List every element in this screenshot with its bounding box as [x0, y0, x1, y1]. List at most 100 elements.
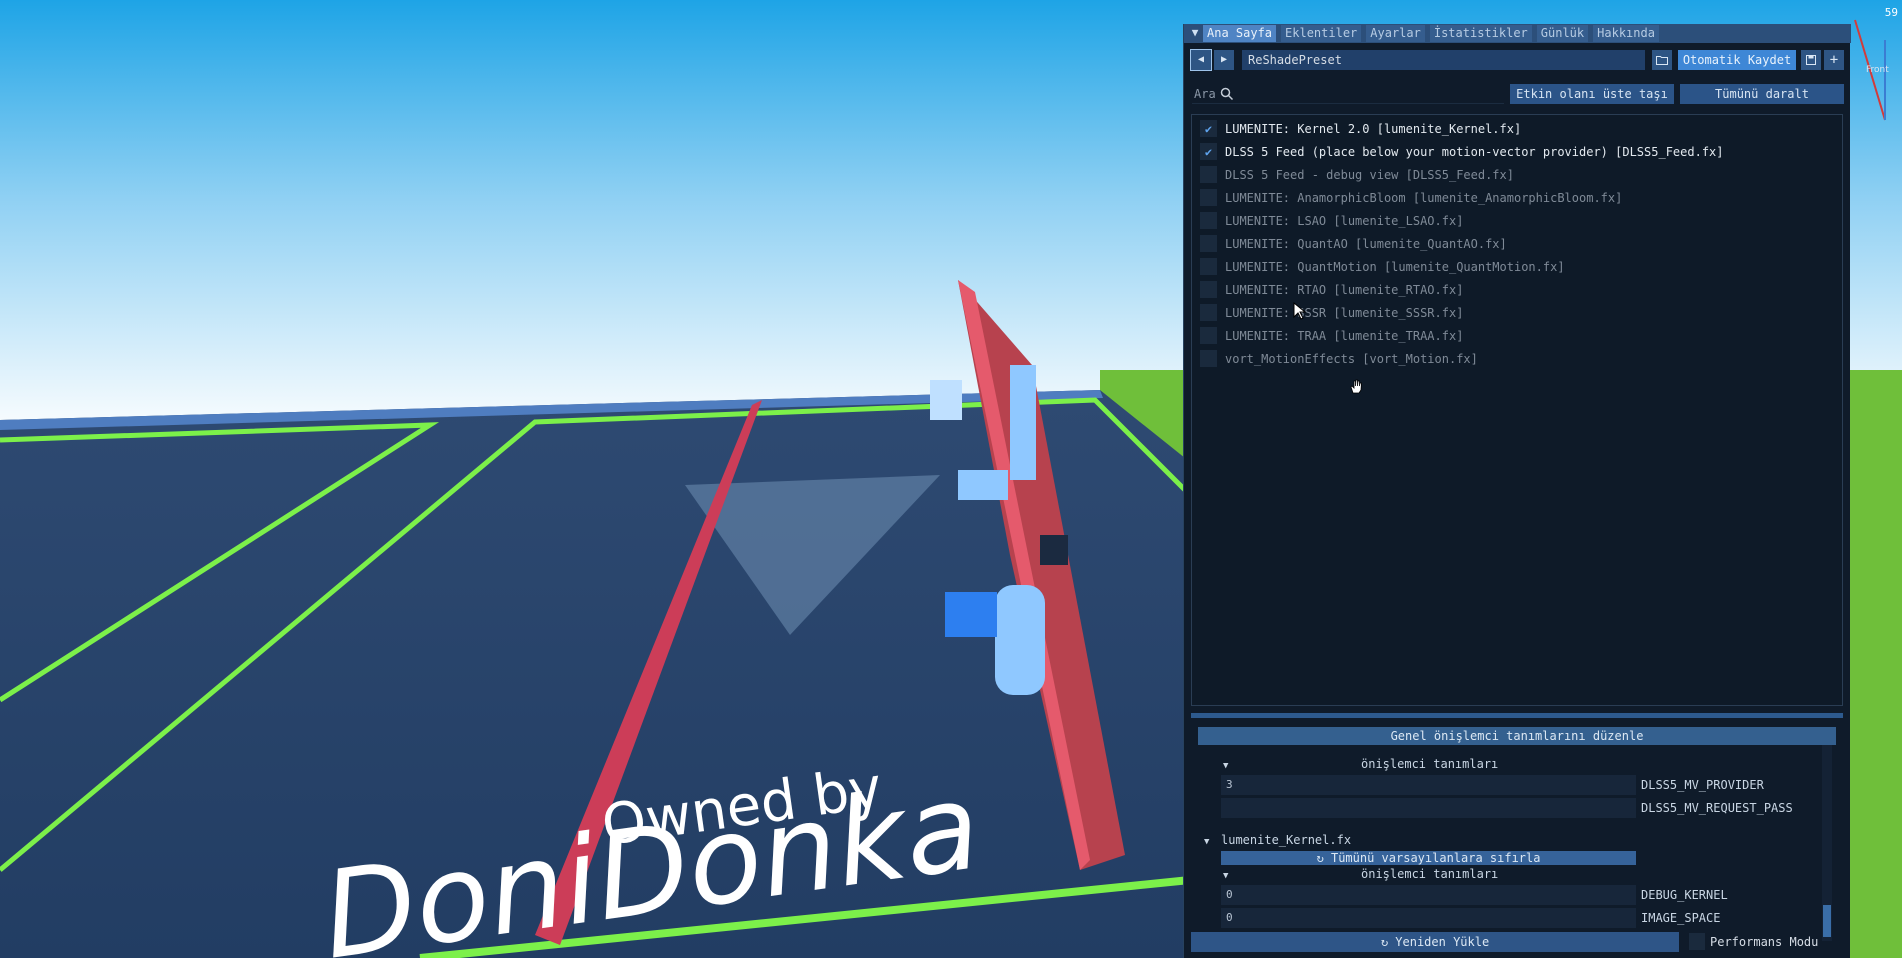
- move-active-to-top-button[interactable]: Etkin olanı üste taşı: [1510, 84, 1674, 104]
- browse-preset-button[interactable]: [1652, 50, 1672, 70]
- tab-about[interactable]: Hakkında: [1593, 25, 1659, 42]
- effect-checkbox[interactable]: [1200, 327, 1217, 344]
- refresh-icon: ↻: [1380, 935, 1396, 949]
- effect-label: LUMENITE: LSAO [lumenite_LSAO.fx]: [1225, 213, 1464, 228]
- performance-mode-checkbox[interactable]: [1689, 933, 1705, 950]
- tabs: Ana Sayfa Eklentiler Ayarlar İstatistikl…: [1203, 25, 1659, 42]
- plus-icon: +: [1829, 52, 1839, 68]
- effect-checkbox[interactable]: [1200, 281, 1217, 298]
- tab-settings[interactable]: Ayarlar: [1366, 25, 1425, 42]
- effect-item[interactable]: LUMENITE: QuantMotion [lumenite_QuantMot…: [1200, 255, 1565, 278]
- mouse-pointer-icon: [1293, 302, 1307, 320]
- effect-item[interactable]: LUMENITE: AnamorphicBloom [lumenite_Anam…: [1200, 186, 1622, 209]
- effect-checkbox[interactable]: ✔: [1200, 143, 1217, 160]
- effect-label: vort_MotionEffects [vort_Motion.fx]: [1225, 351, 1478, 366]
- fps-counter: 59: [1884, 6, 1898, 19]
- effect-item[interactable]: ✔ DLSS 5 Feed (place below your motion-v…: [1200, 140, 1724, 163]
- define-name: DEBUG_KERNEL: [1641, 888, 1728, 902]
- effect-label: LUMENITE: QuantMotion [lumenite_QuantMot…: [1225, 259, 1565, 274]
- search-underline: [1192, 103, 1504, 104]
- robot-part: [958, 470, 1008, 500]
- tab-home[interactable]: Ana Sayfa: [1203, 25, 1277, 42]
- bottom-bar: ↻ Yeniden Yükle Performans Modu: [1184, 932, 1851, 952]
- window-menu-icon[interactable]: ▼: [1188, 26, 1202, 40]
- define-value-input[interactable]: 0: [1221, 908, 1636, 928]
- preprocessor-group-label: önişlemci tanımları: [1361, 867, 1499, 881]
- robot-part: [930, 380, 962, 420]
- effect-checkbox[interactable]: [1200, 189, 1217, 206]
- reload-label: Yeniden Yükle: [1395, 935, 1490, 949]
- search-input[interactable]: [1192, 84, 1504, 104]
- preprocessor-group-label: önişlemci tanımları: [1361, 757, 1499, 771]
- effect-item[interactable]: LUMENITE: TRAA [lumenite_TRAA.fx]: [1200, 324, 1463, 347]
- folder-icon: [1656, 56, 1668, 65]
- previous-preset-button[interactable]: ◀: [1190, 49, 1212, 71]
- effect-label: LUMENITE: RTAO [lumenite_RTAO.fx]: [1225, 282, 1464, 297]
- effect-checkbox[interactable]: ✔: [1200, 120, 1217, 137]
- preprocessor-panel: Genel önişlemci tanımlarını düzenle ▼ ön…: [1191, 725, 1843, 945]
- checkmark-icon: ✔: [1204, 121, 1213, 136]
- tab-log[interactable]: Günlük: [1536, 25, 1589, 42]
- arrow-right-icon: ▶: [1220, 54, 1228, 65]
- tab-addons[interactable]: Eklentiler: [1281, 25, 1362, 42]
- hand-cursor-icon: [1350, 379, 1362, 394]
- tab-statistics[interactable]: İstatistikler: [1429, 25, 1532, 42]
- effect-checkbox[interactable]: [1200, 166, 1217, 183]
- edit-global-preprocessor-button[interactable]: Genel önişlemci tanımlarını düzenle: [1198, 727, 1836, 745]
- axis-gizmo-label: Front: [1866, 65, 1889, 75]
- define-name: DLSS5_MV_PROVIDER: [1641, 778, 1764, 792]
- autosave-toggle[interactable]: Otomatik Kaydet: [1678, 50, 1796, 70]
- reload-button[interactable]: ↻ Yeniden Yükle: [1191, 932, 1679, 952]
- effect-label: DLSS 5 Feed - debug view [DLSS5_Feed.fx]: [1225, 167, 1514, 182]
- effect-label: LUMENITE: Kernel 2.0 [lumenite_Kernel.fx…: [1225, 121, 1522, 136]
- search-row: Ara Etkin olanı üste taşı Tümünü daralt: [1184, 84, 1851, 104]
- save-icon: [1806, 55, 1816, 65]
- effect-file-label[interactable]: lumenite_Kernel.fx: [1221, 833, 1351, 847]
- tab-bar: ▼ Ana Sayfa Eklentiler Ayarlar İstatisti…: [1184, 24, 1851, 43]
- define-value-input[interactable]: [1221, 798, 1636, 818]
- robot-part: [995, 585, 1045, 695]
- panel-splitter[interactable]: [1191, 713, 1843, 718]
- reset-all-label: Tümünü varsayılanlara sıfırla: [1330, 851, 1541, 865]
- arrow-left-icon: ◀: [1197, 54, 1205, 65]
- effect-checkbox[interactable]: [1200, 258, 1217, 275]
- add-preset-button[interactable]: +: [1824, 50, 1844, 70]
- effect-label: LUMENITE: TRAA [lumenite_TRAA.fx]: [1225, 328, 1464, 343]
- expand-arrow-icon[interactable]: ▼: [1223, 761, 1228, 771]
- robot-part: [945, 592, 997, 637]
- effect-item[interactable]: vort_MotionEffects [vort_Motion.fx]: [1200, 347, 1478, 370]
- expand-arrow-icon[interactable]: ▼: [1223, 871, 1228, 881]
- effect-checkbox[interactable]: [1200, 235, 1217, 252]
- effect-item[interactable]: LUMENITE: SSSR [lumenite_SSSR.fx]: [1200, 301, 1463, 324]
- next-preset-button[interactable]: ▶: [1214, 50, 1234, 70]
- search-icon: [1220, 87, 1234, 101]
- refresh-icon: ↻: [1316, 851, 1331, 865]
- effect-label: DLSS 5 Feed (place below your motion-vec…: [1225, 144, 1724, 159]
- search-label: Ara: [1194, 87, 1216, 101]
- effect-item[interactable]: LUMENITE: RTAO [lumenite_RTAO.fx]: [1200, 278, 1463, 301]
- define-name: IMAGE_SPACE: [1641, 911, 1721, 925]
- robot-part: [1040, 535, 1068, 565]
- define-value-input[interactable]: 3: [1221, 775, 1636, 795]
- effect-label: LUMENITE: QuantAO [lumenite_QuantAO.fx]: [1225, 236, 1507, 251]
- effect-label: LUMENITE: AnamorphicBloom [lumenite_Anam…: [1225, 190, 1623, 205]
- preset-toolbar: ◀ ▶ ReShadePreset Otomatik Kaydet +: [1184, 49, 1851, 73]
- effect-list: ✔ LUMENITE: Kernel 2.0 [lumenite_Kernel.…: [1191, 114, 1843, 706]
- robot-part: [1010, 365, 1036, 480]
- effect-item[interactable]: LUMENITE: LSAO [lumenite_LSAO.fx]: [1200, 209, 1463, 232]
- reset-all-button[interactable]: ↻ Tümünü varsayılanlara sıfırla: [1221, 851, 1636, 865]
- effect-checkbox[interactable]: [1200, 304, 1217, 321]
- effect-label: LUMENITE: SSSR [lumenite_SSSR.fx]: [1225, 305, 1464, 320]
- reshade-overlay: ▼ Ana Sayfa Eklentiler Ayarlar İstatisti…: [1183, 24, 1851, 958]
- effect-item[interactable]: LUMENITE: QuantAO [lumenite_QuantAO.fx]: [1200, 232, 1507, 255]
- collapse-all-button[interactable]: Tümünü daralt: [1680, 84, 1844, 104]
- checkmark-icon: ✔: [1204, 144, 1213, 159]
- effect-item[interactable]: ✔ LUMENITE: Kernel 2.0 [lumenite_Kernel.…: [1200, 117, 1521, 140]
- effect-checkbox[interactable]: [1200, 212, 1217, 229]
- effect-item[interactable]: DLSS 5 Feed - debug view [DLSS5_Feed.fx]: [1200, 163, 1514, 186]
- save-preset-button[interactable]: [1801, 50, 1821, 70]
- effect-checkbox[interactable]: [1200, 350, 1217, 367]
- expand-arrow-icon[interactable]: ▼: [1204, 837, 1209, 847]
- preset-name-field[interactable]: ReShadePreset: [1242, 50, 1645, 70]
- define-value-input[interactable]: 0: [1221, 885, 1636, 905]
